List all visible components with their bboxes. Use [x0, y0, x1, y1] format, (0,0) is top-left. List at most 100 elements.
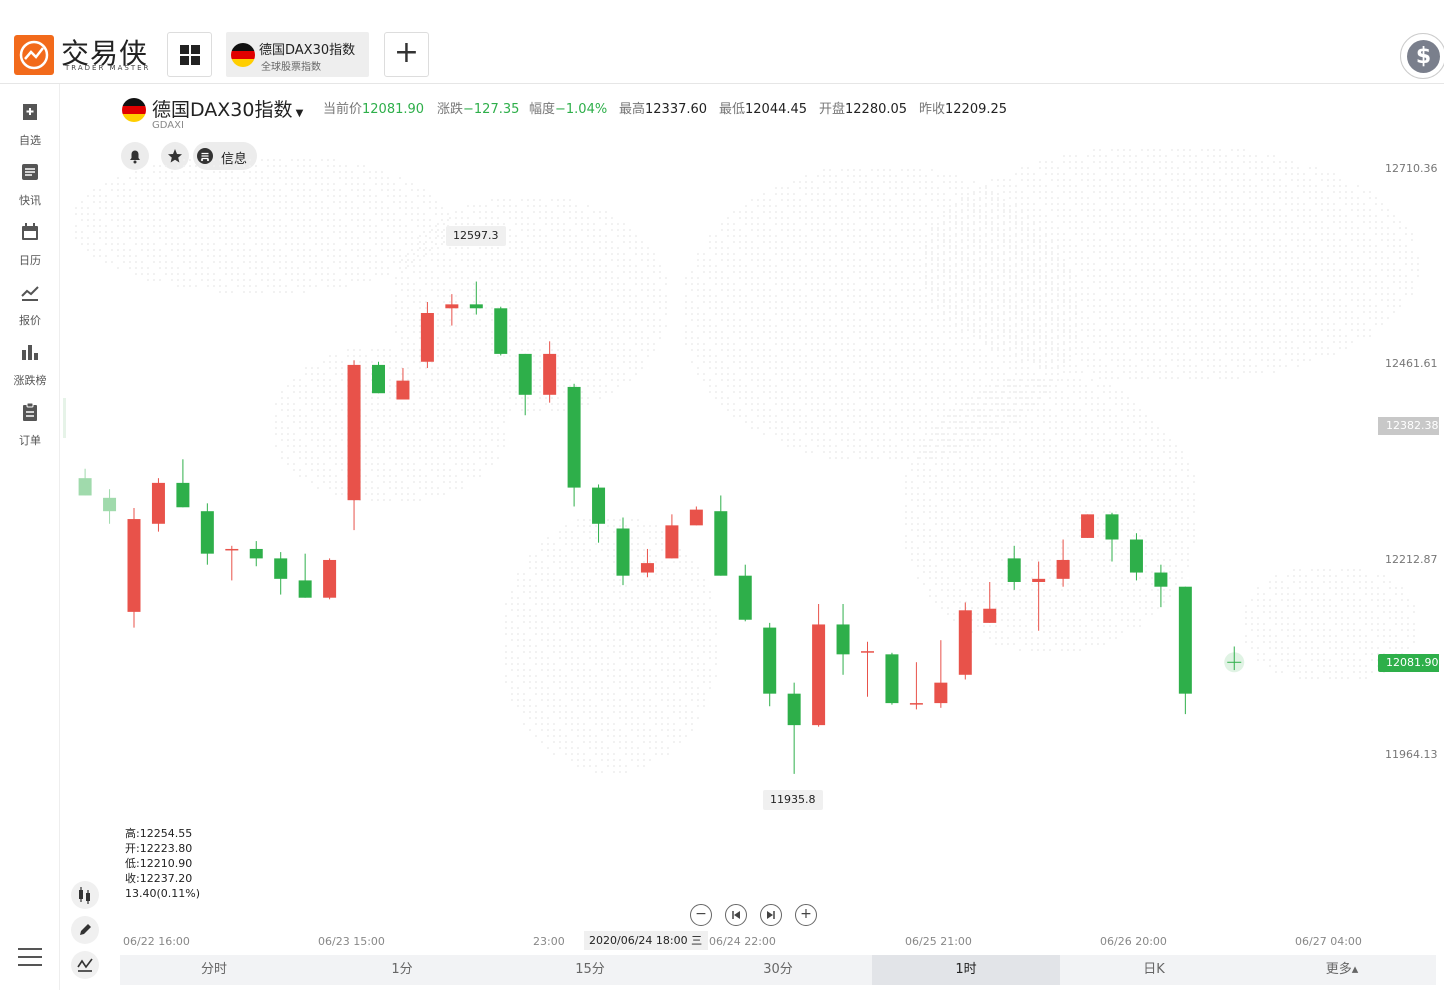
map-dot — [978, 304, 982, 308]
map-dot — [1110, 250, 1114, 254]
sidebar-item-watchlist[interactable]: 自选 — [0, 92, 60, 147]
map-dot — [538, 210, 542, 214]
sidebar-item-news[interactable]: 快讯 — [0, 152, 60, 207]
map-dot — [586, 354, 590, 358]
account-button[interactable]: $ — [1400, 33, 1444, 79]
map-dot — [508, 390, 512, 394]
map-dot — [412, 264, 416, 268]
map-dot — [978, 240, 982, 244]
indicator-button[interactable] — [71, 951, 99, 979]
map-dot — [338, 254, 342, 258]
map-dot — [1050, 372, 1054, 376]
map-dot — [1020, 262, 1024, 266]
map-dot — [580, 276, 584, 280]
map-dot — [230, 212, 234, 216]
map-dot — [254, 164, 258, 168]
map-dot — [98, 206, 102, 210]
map-dot — [394, 276, 398, 280]
map-dot — [1116, 376, 1120, 380]
map-dot — [1014, 390, 1018, 394]
map-dot — [1014, 396, 1018, 400]
sidebar-item-ranking[interactable]: 涨跌榜 — [0, 332, 60, 387]
map-dot — [1008, 234, 1012, 238]
map-dot — [586, 402, 590, 406]
map-dot — [278, 260, 282, 264]
map-dot — [1044, 364, 1048, 368]
tab-dax30[interactable]: 德国DAX30指数 全球股票指数 — [226, 32, 369, 77]
map-dot — [466, 324, 470, 328]
map-dot — [1014, 280, 1018, 284]
map-dot — [870, 246, 874, 250]
map-dot — [1014, 304, 1018, 308]
map-dot — [448, 270, 452, 274]
map-dot — [110, 206, 114, 210]
map-dot — [960, 222, 964, 226]
map-dot — [876, 294, 880, 298]
map-dot — [604, 324, 608, 328]
map-dot — [744, 390, 748, 394]
map-dot — [822, 354, 826, 358]
sidebar-item-label: 日历 — [19, 254, 41, 267]
map-dot — [942, 250, 946, 254]
map-dot — [990, 316, 994, 320]
map-dot — [448, 324, 452, 328]
map-dot — [1056, 316, 1060, 320]
map-dot — [780, 276, 784, 280]
map-dot — [110, 242, 114, 246]
map-dot — [792, 354, 796, 358]
map-dot — [550, 240, 554, 244]
sidebar-item-quotes[interactable]: 报价 — [0, 272, 60, 327]
app-logo[interactable]: 交易侠 TRADER MASTER — [14, 35, 154, 75]
map-dot — [1026, 268, 1030, 272]
map-dot — [194, 170, 198, 174]
map-dot — [1074, 280, 1078, 284]
sidebar-item-label: 报价 — [19, 314, 41, 327]
map-dot — [798, 306, 802, 310]
map-dot — [520, 396, 524, 400]
map-dot — [308, 224, 312, 228]
add-tab-button[interactable]: + — [384, 32, 429, 77]
map-dot — [852, 258, 856, 262]
map-dot — [1092, 364, 1096, 368]
map-dot — [338, 284, 342, 288]
map-dot — [1002, 244, 1006, 248]
map-dot — [756, 354, 760, 358]
map-dot — [984, 232, 988, 236]
map-dot — [484, 216, 488, 220]
map-dot — [1092, 172, 1096, 176]
map-dot — [948, 244, 952, 248]
map-dot — [996, 306, 1000, 310]
menu-icon[interactable] — [18, 948, 42, 970]
map-dot — [418, 318, 422, 322]
sidebar-item-calendar[interactable]: 日历 — [0, 212, 60, 267]
map-dot — [774, 312, 778, 316]
map-dot — [762, 210, 766, 214]
map-dot — [1074, 172, 1078, 176]
map-dot — [906, 306, 910, 310]
candlestick-chart[interactable] — [60, 84, 1444, 954]
map-dot — [900, 282, 904, 286]
map-dot — [1002, 222, 1006, 226]
map-dot — [942, 222, 946, 226]
map-dot — [948, 366, 952, 370]
map-dot — [948, 180, 952, 184]
map-dot — [1044, 244, 1048, 248]
map-dot — [592, 312, 596, 316]
map-dot — [1008, 336, 1012, 340]
map-dot — [622, 312, 626, 316]
map-dot — [786, 342, 790, 346]
map-dot — [1002, 232, 1006, 236]
map-dot — [978, 258, 982, 262]
map-dot — [616, 258, 620, 262]
map-dot — [394, 282, 398, 286]
map-dot — [532, 342, 536, 346]
map-dot — [532, 360, 536, 364]
map-dot — [840, 216, 844, 220]
map-dot — [538, 366, 542, 370]
map-dot — [966, 322, 970, 326]
map-dot — [1008, 288, 1012, 292]
map-dot — [786, 426, 790, 430]
grid-menu-button[interactable] — [167, 32, 212, 77]
sidebar-item-orders[interactable]: 订单 — [0, 392, 60, 447]
map-dot — [984, 244, 988, 248]
